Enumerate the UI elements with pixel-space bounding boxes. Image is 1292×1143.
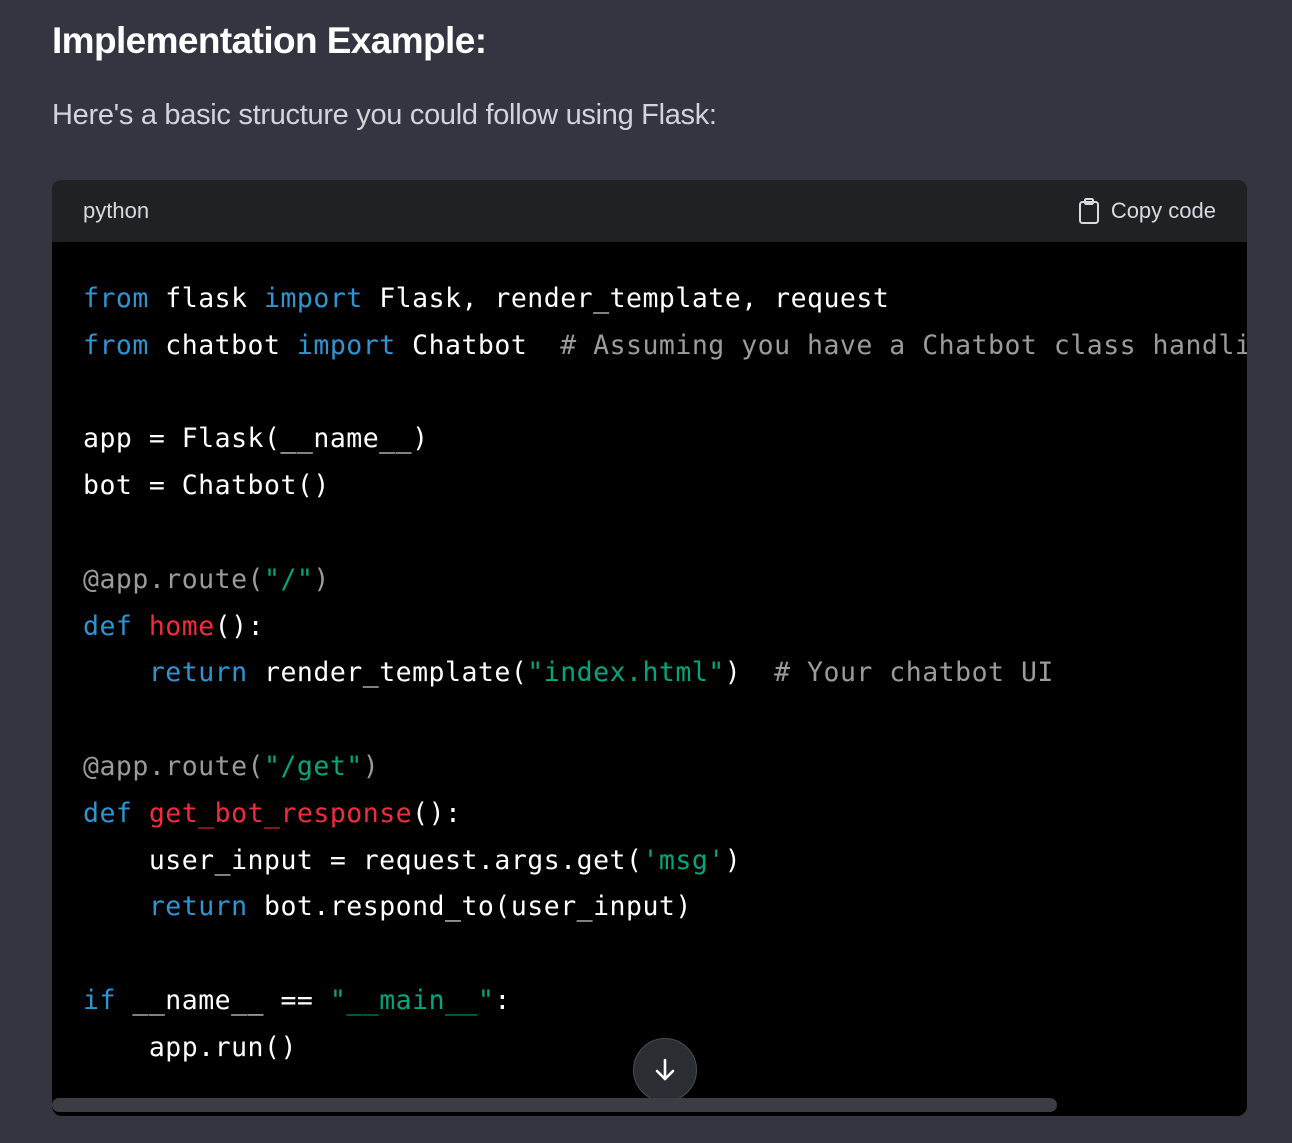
code-token-keyword: return	[148, 891, 248, 923]
code-token-decorator: )	[362, 750, 380, 782]
code-line: from flask import Flask, render_template…	[83, 276, 1247, 323]
code-token-keyword: from	[83, 329, 149, 361]
code-token-string: "/"	[264, 563, 314, 595]
code-line: def home():	[83, 604, 1247, 651]
code-line: user_input = request.args.get('msg')	[83, 838, 1247, 885]
code-token-keyword: if	[83, 984, 116, 1016]
code-token-plain: Flask, render_template, request	[362, 283, 890, 314]
code-header: python Copy code	[52, 180, 1247, 242]
code-token-comment: # Your chatbot UI	[774, 657, 1054, 689]
clipboard-icon	[1077, 197, 1101, 225]
code-token-plain: ():	[412, 797, 462, 829]
code-token-plain: bot = Chatbot()	[83, 470, 330, 502]
copy-code-button[interactable]: Copy code	[1077, 196, 1216, 226]
code-token-plain: chatbot	[148, 329, 297, 361]
code-token-plain: Chatbot	[395, 329, 561, 361]
code-language-label: python	[83, 198, 150, 223]
code-line: @app.route("/get")	[83, 744, 1247, 791]
horizontal-scrollbar[interactable]	[52, 1098, 1057, 1112]
code-token-plain: flask	[148, 283, 265, 314]
code-token-plain: ():	[214, 610, 265, 642]
code-token-plain: app = Flask(__name__)	[83, 423, 429, 455]
code-line: return bot.respond_to(user_input)	[83, 884, 1247, 931]
scroll-to-bottom-button[interactable]	[633, 1038, 697, 1102]
code-token-keyword: return	[148, 657, 248, 689]
code-token-plain: app.run()	[83, 1031, 297, 1063]
code-token-plain: user_input = request.args.get(	[83, 844, 643, 876]
code-token-plain: bot.respond_to(user_input)	[247, 891, 692, 923]
code-token-keyword: def	[83, 797, 133, 829]
arrow-down-icon	[650, 1055, 680, 1085]
code-token-keyword: from	[83, 283, 149, 314]
code-token-string: "index.html"	[527, 657, 725, 689]
code-token-decorator: )	[313, 563, 330, 595]
code-token-keyword: import	[296, 329, 396, 361]
code-line: def get_bot_response():	[83, 791, 1247, 838]
code-line: if __name__ == "__main__":	[83, 978, 1247, 1025]
copy-code-label: Copy code	[1110, 198, 1216, 223]
code-line: return render_template("index.html") # Y…	[83, 650, 1247, 697]
code-body[interactable]: from flask import Flask, render_template…	[83, 276, 1247, 1076]
code-token-plain: )	[724, 657, 775, 689]
code-token-comment: # Assuming you have a Chatbot class hand…	[560, 329, 1247, 361]
code-block: python Copy code from flask import Flask…	[52, 180, 1247, 1116]
code-line: bot = Chatbot()	[83, 463, 1247, 510]
code-token-plain: :	[494, 984, 511, 1016]
code-token-decorator: @app.route(	[83, 563, 264, 595]
code-token-func: home	[148, 610, 215, 642]
code-line: app = Flask(__name__)	[83, 416, 1247, 463]
code-token-plain: )	[724, 844, 742, 876]
code-token-plain: __name__ ==	[115, 984, 330, 1016]
code-token-string: "/get"	[264, 750, 363, 782]
code-token-string: 'msg'	[642, 844, 725, 876]
intro-text: Here's a basic structure you could follo…	[52, 99, 717, 131]
code-token-string: "__main__"	[329, 984, 495, 1016]
section-heading: Implementation Example:	[52, 20, 487, 61]
code-token-decorator: @app.route(	[83, 750, 264, 782]
code-token-plain: render_template(	[247, 657, 528, 689]
code-token-keyword: import	[264, 283, 363, 314]
code-token-func: get_bot_response	[148, 797, 413, 829]
code-line: @app.route("/")	[83, 557, 1247, 604]
code-line: from chatbot import Chatbot # Assuming y…	[83, 323, 1247, 370]
code-token-keyword: def	[83, 610, 133, 642]
